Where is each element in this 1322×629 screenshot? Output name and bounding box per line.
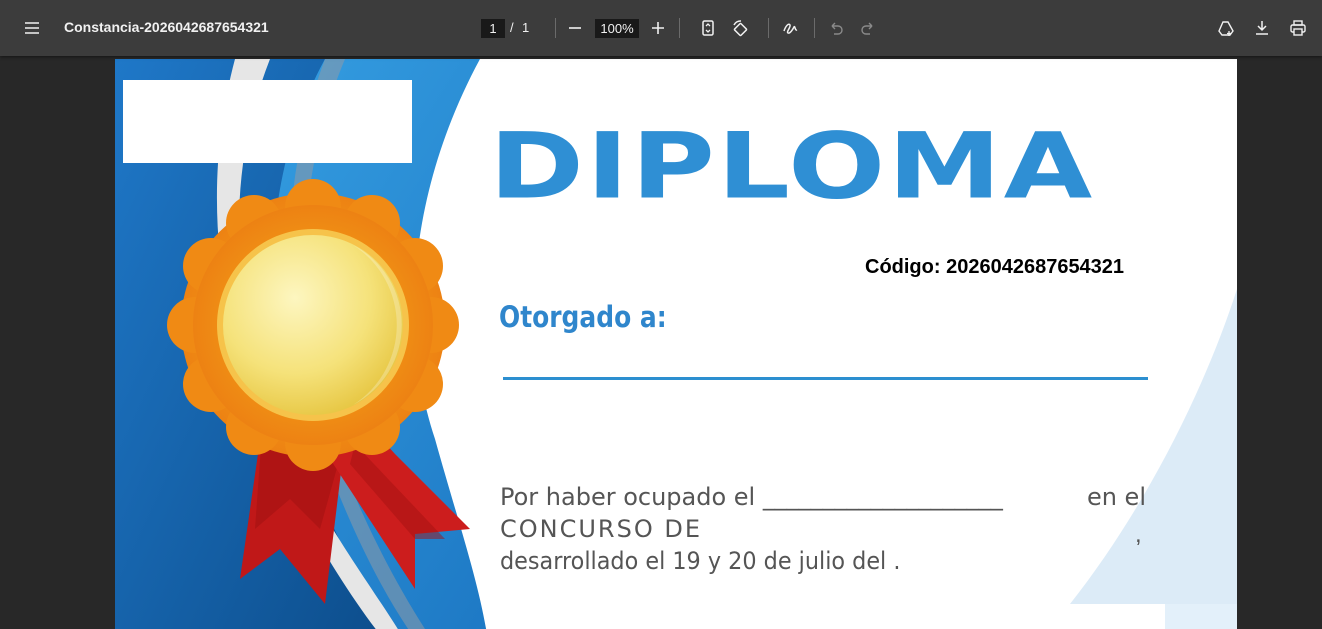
pdf-toolbar: Constancia-2026042687654321 1 / 1 100% bbox=[0, 0, 1322, 56]
rotate-icon bbox=[733, 20, 748, 37]
plus-icon bbox=[652, 22, 664, 34]
page-total: 1 bbox=[522, 20, 530, 35]
download-button[interactable] bbox=[1246, 12, 1278, 44]
zoom-in-button[interactable] bbox=[642, 12, 674, 44]
fit-page-button[interactable] bbox=[692, 12, 724, 44]
print-button[interactable] bbox=[1282, 12, 1314, 44]
toolbar-divider bbox=[555, 18, 556, 38]
page-separator: / bbox=[510, 20, 514, 35]
fit-page-icon bbox=[702, 20, 714, 36]
body-line1-right: en el bbox=[1086, 483, 1146, 511]
save-to-drive-button[interactable] bbox=[1210, 12, 1242, 44]
print-icon bbox=[1290, 20, 1306, 36]
toolbar-divider bbox=[814, 18, 815, 38]
certificate-body-text: Por haber ocupado el ___________________… bbox=[500, 481, 1146, 577]
logo-placeholder-box bbox=[123, 80, 412, 163]
certificate-code: Código: 2026042687654321 bbox=[865, 256, 1125, 278]
undo-button[interactable] bbox=[820, 12, 852, 44]
draw-button[interactable] bbox=[774, 12, 806, 44]
page-number-input[interactable]: 1 bbox=[481, 19, 505, 38]
rotate-button[interactable] bbox=[724, 12, 756, 44]
diploma-title: DIPLOMA bbox=[489, 113, 1095, 220]
minus-icon bbox=[569, 27, 581, 29]
body-comma: , bbox=[1135, 521, 1142, 548]
redo-icon bbox=[861, 22, 873, 35]
pdf-viewer[interactable]: DIPLOMA Código: 2026042687654321 Otorgad… bbox=[0, 56, 1322, 629]
document-title: Constancia-2026042687654321 bbox=[64, 19, 269, 35]
download-icon bbox=[1256, 21, 1268, 35]
body-line1-left: Por haber ocupado el ___________________… bbox=[500, 483, 1003, 511]
zoom-out-button[interactable] bbox=[559, 12, 591, 44]
hamburger-menu-icon[interactable] bbox=[16, 12, 48, 44]
toolbar-divider bbox=[768, 18, 769, 38]
redo-button[interactable] bbox=[852, 12, 884, 44]
body-line2: CONCURSO DE bbox=[500, 515, 702, 543]
certificate-page: DIPLOMA Código: 2026042687654321 Otorgad… bbox=[115, 59, 1237, 629]
undo-icon bbox=[831, 22, 843, 35]
zoom-level-input[interactable]: 100% bbox=[595, 19, 639, 38]
drive-save-icon bbox=[1218, 21, 1234, 36]
toolbar-divider bbox=[679, 18, 680, 38]
draw-icon bbox=[783, 23, 798, 34]
body-line3: desarrollado el 19 y 20 de julio del . bbox=[500, 547, 901, 575]
recipient-name-line bbox=[503, 377, 1148, 380]
awarded-to-label: Otorgado a: bbox=[499, 300, 667, 334]
